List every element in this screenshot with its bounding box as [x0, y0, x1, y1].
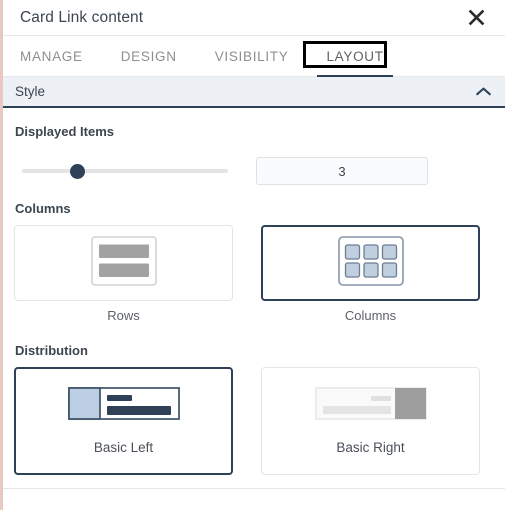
style-accordion-label: Style — [15, 84, 46, 99]
slider-thumb[interactable] — [70, 164, 85, 179]
option-rows[interactable]: Rows — [14, 225, 233, 323]
tab-layout-label: LAYOUT — [326, 48, 384, 64]
displayed-items-value: 3 — [338, 163, 346, 179]
displayed-items-slider[interactable] — [22, 160, 246, 182]
option-columns-card[interactable] — [261, 225, 480, 301]
basic-left-layout-icon — [67, 387, 180, 425]
style-accordion-header[interactable]: Style — [3, 77, 505, 108]
chevron-up-icon[interactable] — [476, 87, 491, 96]
dialog-tab-bar: MANAGE DESIGN VISIBILITY LAYOUT — [3, 36, 505, 77]
footer-area — [3, 489, 505, 510]
tab-manage-label: MANAGE — [20, 48, 83, 64]
tab-layout[interactable]: LAYOUT — [317, 36, 393, 77]
option-columns[interactable]: Columns — [261, 225, 480, 323]
basic-right-layout-icon — [314, 387, 427, 425]
option-basic-left[interactable]: Basic Left — [14, 367, 233, 475]
layout-settings-panel: Displayed Items 3 Columns Rows Columns D… — [3, 110, 505, 488]
tab-visibility[interactable]: VISIBILITY — [215, 36, 289, 77]
columns-label: Columns — [15, 201, 71, 216]
displayed-items-value-field[interactable]: 3 — [256, 157, 428, 185]
tab-visibility-label: VISIBILITY — [214, 48, 289, 64]
displayed-items-control-row: 3 — [14, 157, 494, 185]
distribution-option-row: Basic Left Basic Right — [14, 367, 494, 475]
rows-layout-icon — [90, 235, 157, 291]
columns-grid-icon — [337, 235, 404, 291]
close-icon[interactable] — [463, 5, 489, 31]
card-link-content-dialog: Card Link content MANAGE DESIGN VISIBILI… — [0, 0, 505, 510]
option-basic-right-label: Basic Right — [336, 440, 405, 455]
tab-design[interactable]: DESIGN — [121, 36, 177, 77]
option-basic-left-label: Basic Left — [93, 440, 154, 455]
option-rows-label: Rows — [107, 308, 140, 323]
option-basic-right[interactable]: Basic Right — [261, 367, 480, 475]
page-title: Card Link content — [20, 8, 144, 26]
tab-design-label: DESIGN — [120, 48, 177, 64]
columns-option-row: Rows Columns — [14, 225, 494, 323]
displayed-items-label: Displayed Items — [15, 124, 114, 139]
option-rows-card[interactable] — [14, 225, 233, 301]
dialog-title-bar: Card Link content — [3, 0, 505, 36]
tab-manage[interactable]: MANAGE — [20, 36, 83, 77]
slider-track — [22, 169, 228, 173]
distribution-label: Distribution — [15, 343, 88, 358]
option-columns-label: Columns — [344, 308, 397, 323]
